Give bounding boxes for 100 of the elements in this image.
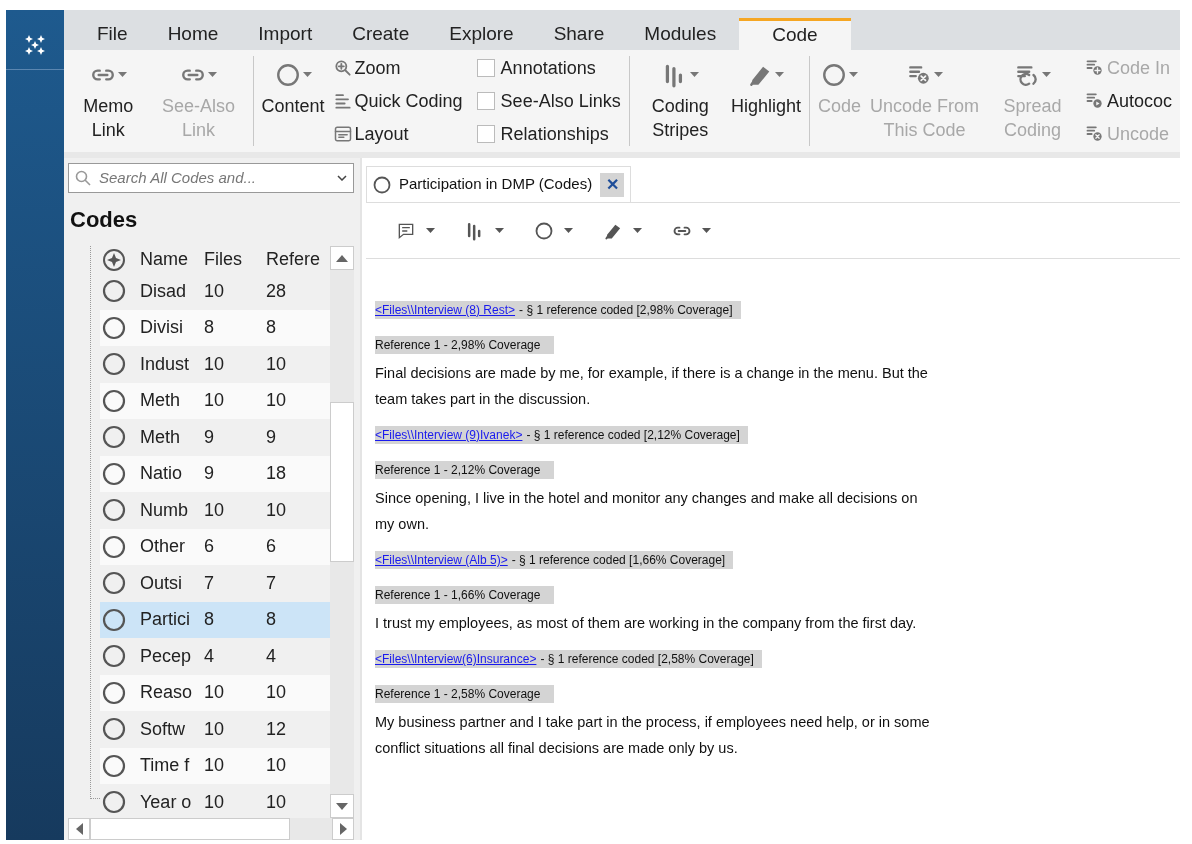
- star-circle-icon: [102, 247, 126, 272]
- files-count: 9: [204, 462, 215, 486]
- vertical-scrollbar[interactable]: [330, 246, 354, 818]
- scrollbar-thumb[interactable]: [330, 402, 354, 562]
- files-count: 4: [204, 644, 215, 668]
- code-row[interactable]: Numb 10 10: [100, 492, 330, 529]
- circle-icon: [102, 644, 126, 669]
- search-icon: [75, 170, 91, 186]
- autocode-icon: [1084, 91, 1105, 111]
- references-count: 10: [266, 681, 287, 705]
- search-field[interactable]: Search All Codes and...: [99, 166, 329, 190]
- code-row[interactable]: Meth 9 9: [100, 419, 330, 456]
- menu-tab[interactable]: Share: [542, 18, 616, 50]
- checkbox[interactable]: [476, 59, 495, 77]
- source-link[interactable]: <Files\\Interview (8) Rest>: [375, 301, 516, 319]
- code-row[interactable]: Indust 10 10: [100, 346, 330, 383]
- menu-tab[interactable]: Explore: [438, 18, 525, 50]
- caret-icon: [1042, 72, 1051, 78]
- logo-icon[interactable]: [24, 34, 46, 56]
- files-count: 10: [204, 352, 226, 376]
- scroll-left-icon: [75, 823, 83, 835]
- code-row[interactable]: Meth 10 10: [100, 382, 330, 419]
- ribbon-checkbox[interactable]: See-Also Links: [476, 89, 621, 113]
- close-button[interactable]: ✕: [600, 172, 625, 197]
- source-header: <Files\\Interview (8) Rest> - § 1 reference coded [2,98% Coverage]: [375, 301, 741, 319]
- circle-icon: [102, 498, 126, 523]
- document-tab[interactable]: Participation in DMP (Codes) ✕: [366, 166, 632, 202]
- files-count: 10: [204, 790, 226, 814]
- chevron-down-icon: [337, 175, 347, 181]
- ribbon-button[interactable]: Zoom: [332, 56, 463, 80]
- ribbon-button[interactable]: Autococ: [1084, 89, 1172, 113]
- menu-tab[interactable]: Create: [341, 18, 421, 50]
- coded-passage: Since opening, I live in the hotel and monitor any changes and make all decisions on my own.: [375, 489, 919, 534]
- circle-icon: [102, 425, 126, 450]
- ribbon-button[interactable]: Highlight: [728, 56, 803, 146]
- code-name: Natio: [140, 462, 184, 486]
- ribbon-button[interactable]: Memo Link: [70, 56, 147, 146]
- panel-title: Codes: [70, 206, 139, 234]
- code-name: Numb: [140, 498, 189, 522]
- code-name: Meth: [140, 425, 182, 449]
- code-name: Divisi: [140, 316, 184, 340]
- source-link[interactable]: <Files\\Interview(6)Insurance>: [375, 650, 537, 668]
- ribbon-button[interactable]: Content: [259, 56, 327, 146]
- files-count: 9: [204, 425, 215, 449]
- menu-tab[interactable]: Home: [156, 18, 230, 50]
- source-link[interactable]: <Files\\Interview (Alb 5)>: [375, 551, 508, 569]
- source-link[interactable]: <Files\\Interview (9)Ivanek>: [375, 426, 523, 444]
- toolbar-dropdown[interactable]: [465, 220, 504, 241]
- code-row[interactable]: Other 6 6: [100, 528, 330, 565]
- references-count: 9: [266, 425, 276, 449]
- toolbar-dropdown[interactable]: [534, 220, 573, 241]
- search-box[interactable]: Search All Codes and...: [68, 163, 354, 193]
- scrollbar-thumb[interactable]: [90, 818, 290, 840]
- references-count: 4: [266, 644, 276, 668]
- files-count: 10: [204, 681, 226, 705]
- scroll-down-icon: [336, 802, 348, 810]
- circle-icon: [821, 62, 847, 88]
- column-header[interactable]: Files: [204, 246, 266, 273]
- circle-icon: [102, 352, 126, 377]
- scroll-up-icon: [336, 254, 348, 262]
- reference-label: Reference 1 - 2,58% Coverage: [375, 685, 555, 703]
- circle-icon: [102, 534, 126, 559]
- menu-tab[interactable]: Modules: [633, 18, 728, 50]
- reference-label: Reference 1 - 2,98% Coverage: [375, 336, 555, 354]
- code-row[interactable]: Partici 8 8: [100, 601, 330, 638]
- horizontal-scrollbar[interactable]: [68, 818, 354, 840]
- code-row[interactable]: Outsi 7 7: [100, 565, 330, 602]
- references-count: 28: [266, 279, 287, 303]
- code-row[interactable]: Year o 10 10: [100, 784, 330, 821]
- ribbon-button[interactable]: Quick Coding: [332, 89, 463, 113]
- references-count: 10: [266, 754, 287, 778]
- references-count: 6: [266, 535, 276, 559]
- checkbox[interactable]: [476, 92, 495, 110]
- ribbon-button[interactable]: Coding Stripes: [635, 56, 725, 146]
- code-row[interactable]: Softw 10 12: [100, 711, 330, 748]
- references-count: 8: [266, 608, 276, 632]
- ribbon-checkbox[interactable]: Annotations: [476, 56, 621, 80]
- caret-icon: [934, 72, 944, 78]
- reference-label: Reference 1 - 2,12% Coverage: [375, 461, 555, 479]
- code-name: Reaso: [140, 681, 194, 705]
- circle-icon: [102, 279, 126, 304]
- column-header[interactable]: Name: [140, 246, 204, 273]
- checkbox[interactable]: [476, 125, 495, 143]
- code-row[interactable]: Time f 10 10: [100, 747, 330, 784]
- column-header[interactable]: Refere: [266, 246, 321, 273]
- code-row[interactable]: Divisi 8 8: [100, 309, 330, 346]
- code-row[interactable]: Pecep 4 4: [100, 638, 330, 675]
- code-row[interactable]: Disad 10 28: [100, 273, 330, 310]
- files-count: 10: [204, 389, 226, 413]
- menu-tab[interactable]: Code: [739, 18, 851, 50]
- ribbon-checkbox[interactable]: Relationships: [476, 122, 621, 146]
- caret-icon: [564, 227, 573, 234]
- menu-tab[interactable]: Import: [247, 18, 324, 50]
- reference-label: Reference 1 - 1,66% Coverage: [375, 586, 555, 604]
- ribbon-button[interactable]: Layout: [332, 122, 463, 146]
- code-row[interactable]: Reaso 10 10: [100, 674, 330, 711]
- files-count: 7: [204, 571, 215, 595]
- references-count: 18: [266, 462, 287, 486]
- code-row[interactable]: Natio 9 18: [100, 455, 330, 492]
- menu-tab[interactable]: File: [86, 18, 139, 50]
